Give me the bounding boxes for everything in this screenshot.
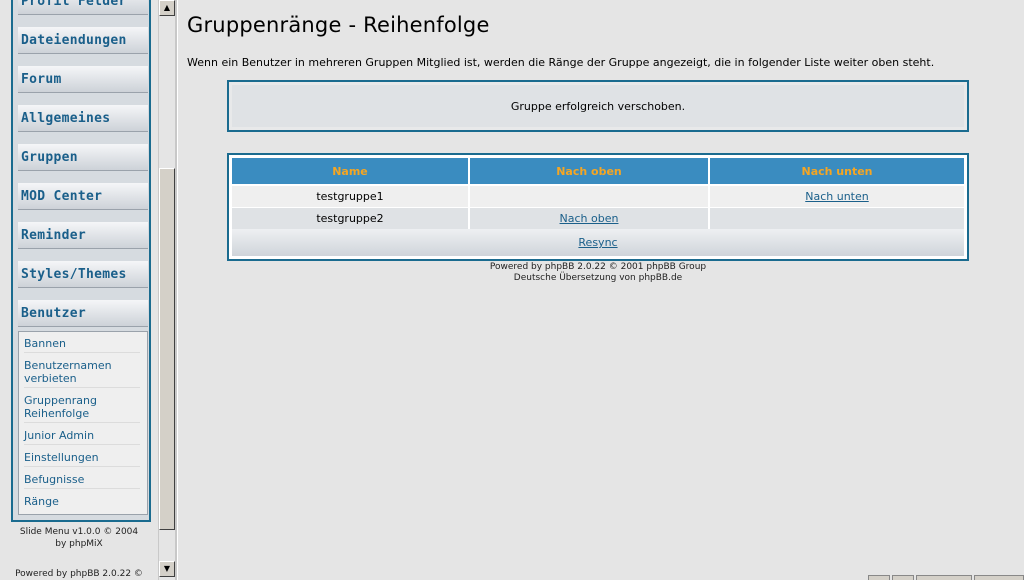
benutzer-submenu: Bannen Benutzernamen verbieten Gruppenra… — [18, 331, 148, 515]
left-navigation-frame: Profil Felder Dateiendungen Forum Allgem… — [0, 0, 158, 580]
status-bar — [868, 575, 1024, 580]
footer-powered-by: Powered by phpBB 2.0.22 © 2001 phpBB Gro… — [489, 262, 707, 272]
credit-line: by phpMiX — [55, 539, 103, 549]
menu-label: Styles/Themes — [21, 267, 127, 282]
menu-label: Reminder — [21, 228, 87, 243]
slide-menu-credit: Slide Menu v1.0.0 © 2004 by phpMiX — [0, 526, 158, 550]
column-header-nach-oben: Nach oben — [470, 158, 708, 184]
group-rank-table: Name Nach oben Nach unten testgruppe1 Na… — [227, 153, 969, 261]
menu-label: Profil Felder — [21, 0, 127, 9]
table-cell-up: Nach oben — [470, 208, 708, 229]
resync-link[interactable]: Resync — [578, 236, 617, 249]
main-content-frame: Gruppenränge - Reihenfolge Wenn ein Benu… — [178, 0, 1024, 580]
submenu-item-raenge[interactable]: Ränge — [24, 495, 140, 510]
message-box: Gruppe erfolgreich verschoben. — [227, 80, 969, 132]
left-powered-by: Powered by phpBB 2.0.22 © — [15, 569, 143, 579]
menu-profil-felder[interactable]: Profil Felder — [18, 0, 148, 15]
scroll-down-icon[interactable]: ▼ — [159, 561, 175, 577]
table-cell-name: testgruppe2 — [232, 208, 468, 229]
menu-label: Forum — [21, 72, 62, 87]
scrollbar-thumb[interactable] — [159, 168, 175, 530]
move-up-link[interactable]: Nach oben — [560, 212, 619, 225]
menu-reminder[interactable]: Reminder — [18, 222, 148, 249]
status-cell — [974, 575, 1024, 580]
menu-gruppen[interactable]: Gruppen — [18, 144, 148, 171]
menu-allgemeines[interactable]: Allgemeines — [18, 105, 148, 132]
menu-benutzer[interactable]: Benutzer — [18, 300, 148, 327]
page-title: Gruppenränge - Reihenfolge — [187, 13, 490, 37]
scroll-up-icon[interactable]: ▲ — [159, 0, 175, 16]
submenu-item-einstellungen[interactable]: Einstellungen — [24, 451, 140, 467]
menu-forum[interactable]: Forum — [18, 66, 148, 93]
footer-translation: Deutsche Übersetzung von phpBB.de — [513, 273, 683, 283]
success-message: Gruppe erfolgreich verschoben. — [232, 85, 964, 127]
column-header-name: Name — [232, 158, 468, 184]
menu-mod-center[interactable]: MOD Center — [18, 183, 148, 210]
submenu-item-junior-admin[interactable]: Junior Admin — [24, 429, 140, 445]
submenu-item-bannen[interactable]: Bannen — [24, 337, 140, 353]
page-footer: Powered by phpBB 2.0.22 © 2001 phpBB Gro… — [178, 262, 1018, 284]
menu-label: Dateiendungen — [21, 33, 127, 48]
status-cell — [916, 575, 972, 580]
submenu-item-benutzernamen-verbieten[interactable]: Benutzernamen verbieten — [24, 359, 140, 388]
admin-slide-menu: Profil Felder Dateiendungen Forum Allgem… — [11, 0, 151, 522]
page-description: Wenn ein Benutzer in mehreren Gruppen Mi… — [187, 56, 935, 69]
submenu-item-gruppenrang-reihenfolge[interactable]: Gruppenrang Reihenfolge — [24, 394, 140, 423]
table-cell-down — [710, 208, 964, 229]
column-header-nach-unten: Nach unten — [710, 158, 964, 184]
table-cell-name: testgruppe1 — [232, 186, 468, 207]
status-cell — [892, 575, 914, 580]
table-cell-up — [470, 186, 708, 207]
menu-label: Allgemeines — [21, 111, 111, 126]
move-down-link[interactable]: Nach unten — [805, 190, 868, 203]
table-cell-down: Nach unten — [710, 186, 964, 207]
left-frame-scrollbar[interactable]: ▲ ▼ — [158, 0, 175, 580]
status-cell — [868, 575, 890, 580]
submenu-item-befugnisse[interactable]: Befugnisse — [24, 473, 140, 489]
menu-label: Gruppen — [21, 150, 78, 165]
resync-row: Resync — [232, 229, 964, 256]
menu-label: MOD Center — [21, 189, 103, 204]
menu-styles-themes[interactable]: Styles/Themes — [18, 261, 148, 288]
menu-dateiendungen[interactable]: Dateiendungen — [18, 27, 148, 54]
credit-line: Slide Menu v1.0.0 © 2004 — [19, 527, 139, 537]
menu-label: Benutzer — [21, 306, 87, 321]
